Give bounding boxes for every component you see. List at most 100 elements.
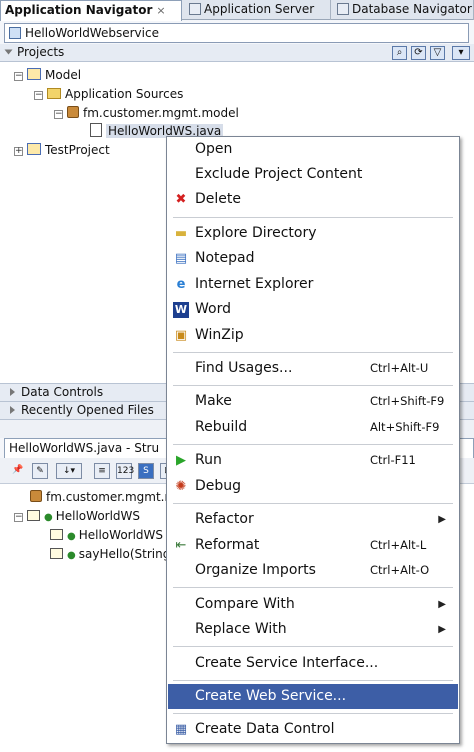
menu-item-delete[interactable]: ✖ Delete	[168, 187, 458, 212]
pin-icon[interactable]: 📌	[10, 463, 26, 479]
collapse-node-icon[interactable]: −	[34, 91, 43, 100]
menu-item-run[interactable]: ▶ Run Ctrl-F11	[168, 448, 458, 473]
package-icon	[30, 490, 42, 502]
shortcut-label: Alt+Shift-F9	[370, 420, 440, 434]
delete-icon: ✖	[175, 192, 187, 207]
menu-label: Create Service Interface...	[195, 655, 379, 671]
menu-separator	[173, 587, 453, 588]
expand-icon	[10, 406, 15, 414]
context-menu: Open Exclude Project Content ✖ Delete ▬ Ex…	[166, 136, 460, 744]
word-icon: W	[173, 302, 189, 318]
panel-title: Recently Opened Files	[21, 403, 154, 417]
menu-label: Rebuild	[195, 419, 248, 435]
notepad-icon: ▤	[174, 251, 188, 266]
fields-icon[interactable]: ≡	[94, 463, 110, 479]
close-icon[interactable]: ×	[156, 4, 165, 17]
tree-node-testproject[interactable]: + TestProject	[14, 141, 110, 159]
menu-separator	[173, 217, 453, 218]
menu-separator	[173, 646, 453, 647]
menu-separator	[173, 385, 453, 386]
menu-item-find-usages[interactable]: Find Usages... Ctrl+Alt-U	[168, 356, 458, 381]
expand-node-icon[interactable]: +	[14, 147, 23, 156]
menu-label: Create Web Service...	[195, 688, 347, 704]
server-icon	[189, 3, 201, 15]
java-file-icon	[90, 123, 102, 137]
node-label: TestProject	[45, 143, 110, 157]
menu-item-make[interactable]: Make Ctrl+Shift-F9	[168, 389, 458, 414]
menu-item-notepad[interactable]: ▤ Notepad	[168, 246, 458, 271]
numbers-icon[interactable]: 123	[116, 463, 134, 479]
menu-label: Find Usages...	[195, 360, 293, 376]
shortcut-label: Ctrl+Alt-L	[370, 538, 427, 552]
tree-node-constructor[interactable]: ● HelloWorldWS	[50, 526, 163, 544]
debug-icon: ✺	[175, 479, 187, 494]
menu-separator	[173, 680, 453, 681]
class-icon	[27, 510, 40, 521]
filter-icon[interactable]: ▽	[430, 46, 445, 60]
tree-node-application-sources[interactable]: − Application Sources	[34, 85, 183, 103]
navigator-tab-bar: Application Navigator × Application Serve…	[0, 0, 474, 21]
menu-item-compare-with[interactable]: Compare With ▶	[168, 592, 458, 617]
menu-item-explore-directory[interactable]: ▬ Explore Directory	[168, 221, 458, 246]
application-icon	[9, 27, 21, 39]
tab-application-navigator[interactable]: Application Navigator ×	[0, 0, 182, 21]
sync-icon[interactable]: ⟳	[411, 46, 426, 60]
menu-label: Debug	[195, 478, 242, 494]
menu-item-create-web-service[interactable]: Create Web Service...	[168, 684, 458, 709]
menu-item-create-data-control[interactable]: ▦ Create Data Control	[168, 717, 458, 742]
application-selector[interactable]: HelloWorldWebservice	[4, 23, 469, 43]
options-icon[interactable]: ▾	[452, 46, 470, 60]
menu-item-winzip[interactable]: ▣ WinZip	[168, 323, 458, 348]
search-icon[interactable]: ⌕	[392, 46, 407, 60]
shortcut-label: Ctrl+Shift-F9	[370, 394, 445, 408]
menu-label: Replace With	[195, 621, 287, 637]
submenu-arrow-icon: ▶	[438, 514, 446, 525]
menu-item-internet-explorer[interactable]: e Internet Explorer	[168, 272, 458, 297]
menu-item-refactor[interactable]: Refactor ▶	[168, 507, 458, 532]
static-icon[interactable]: S	[138, 463, 154, 479]
menu-label: Compare With	[195, 596, 295, 612]
sort-icon[interactable]: ↓▾	[56, 463, 82, 479]
menu-item-open[interactable]: Open	[168, 137, 458, 162]
tab-database-navigator[interactable]: Database Navigator	[333, 0, 474, 20]
menu-item-exclude[interactable]: Exclude Project Content	[168, 162, 458, 187]
folder-icon	[47, 88, 61, 99]
menu-item-reformat[interactable]: ⇤ Reformat Ctrl+Alt-L	[168, 533, 458, 558]
menu-item-organize-imports[interactable]: Organize Imports Ctrl+Alt-O	[168, 558, 458, 583]
tab-label: Application Navigator	[5, 3, 153, 17]
edit-icon[interactable]: ✎	[32, 463, 48, 479]
tab-application-server[interactable]: Application Server	[185, 0, 331, 20]
submenu-arrow-icon: ▶	[438, 599, 446, 610]
collapse-icon	[4, 49, 13, 55]
shortcut-label: Ctrl+Alt-O	[370, 563, 430, 577]
node-label: fm.customer.mgmt.model	[83, 106, 239, 120]
tab-label: HelloWorldWS.java - Stru	[9, 441, 160, 455]
menu-item-create-service-interface[interactable]: Create Service Interface...	[168, 651, 458, 676]
package-icon	[67, 106, 79, 118]
menu-item-word[interactable]: W Word	[168, 297, 458, 322]
collapse-node-icon[interactable]: −	[54, 110, 63, 119]
public-icon: ●	[67, 531, 76, 542]
tree-node-package[interactable]: − fm.customer.mgmt.model	[54, 104, 239, 122]
menu-label: Organize Imports	[195, 562, 316, 578]
method-icon	[50, 548, 63, 559]
menu-separator	[173, 444, 453, 445]
menu-label: Create Data Control	[195, 721, 335, 737]
menu-item-debug[interactable]: ✺ Debug	[168, 474, 458, 499]
project-icon	[27, 68, 41, 80]
collapse-node-icon[interactable]: −	[14, 513, 23, 522]
tree-node-model[interactable]: − Model	[14, 66, 81, 84]
menu-item-rebuild[interactable]: Rebuild Alt+Shift-F9	[168, 415, 458, 440]
tree-node-class[interactable]: − ● HelloWorldWS	[14, 507, 140, 525]
menu-separator	[173, 713, 453, 714]
menu-label: Internet Explorer	[195, 276, 314, 292]
public-icon: ●	[44, 512, 53, 523]
submenu-arrow-icon: ▶	[438, 624, 446, 635]
collapse-node-icon[interactable]: −	[14, 72, 23, 81]
public-icon: ●	[67, 550, 76, 561]
internet-explorer-icon: e	[176, 277, 186, 292]
tree-node-method[interactable]: ● sayHello(String	[50, 545, 170, 563]
project-icon	[27, 143, 41, 155]
tree-node-package[interactable]: fm.customer.mgmt.m	[30, 488, 176, 506]
menu-item-replace-with[interactable]: Replace With ▶	[168, 617, 458, 642]
